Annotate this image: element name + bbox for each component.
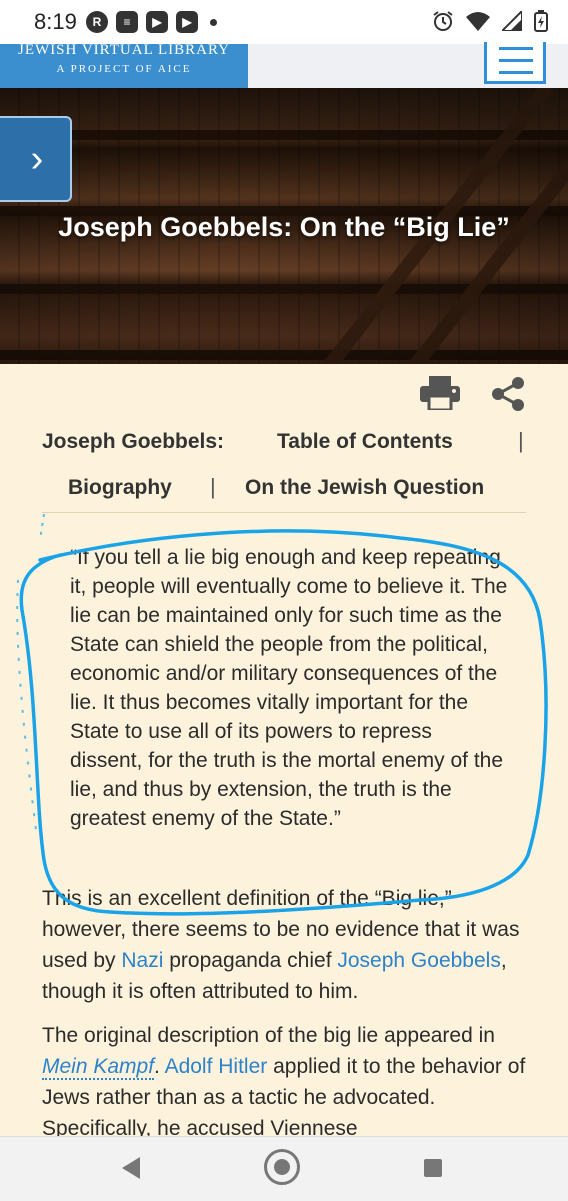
paragraph-text: propaganda chief [163, 949, 338, 972]
site-header: JEWISH VIRTUAL LIBRARY A PROJECT OF AICE [0, 42, 568, 88]
hamburger-menu-icon[interactable] [484, 42, 546, 84]
mein-kampf-link[interactable]: Mein Kampf [42, 1055, 155, 1080]
nav-goebbels-label: Joseph Goebbels: [42, 430, 225, 453]
big-lie-quote: “If you tell a lie big enough and keep r… [70, 546, 508, 830]
nav-separator: | [518, 428, 524, 453]
home-circle-icon[interactable] [264, 1149, 300, 1185]
back-triangle-icon[interactable] [122, 1157, 140, 1179]
printer-icon[interactable] [420, 376, 460, 410]
news-icon: ≡ [116, 11, 138, 33]
adolf-hitler-link[interactable]: Adolf Hitler [165, 1055, 268, 1078]
notification-icons: R ≡ ▶ ▶ [86, 11, 217, 33]
wifi-icon [466, 12, 490, 31]
battery-icon [534, 10, 548, 32]
r-app-icon: R [86, 11, 108, 33]
logo-subtitle: A PROJECT OF AICE [56, 63, 192, 75]
nav-table-of-contents[interactable]: Table of Contents [277, 430, 453, 454]
recents-square-icon[interactable] [424, 1159, 442, 1177]
site-logo[interactable]: JEWISH VIRTUAL LIBRARY A PROJECT OF AICE [0, 42, 248, 88]
more-notifications-dot [210, 18, 217, 26]
youtube-icon: ▶ [176, 11, 198, 33]
status-time: 8:19 [34, 9, 77, 34]
paragraph-1: This is an excellent definition of the “… [42, 883, 538, 1007]
youtube-icon: ▶ [146, 11, 168, 33]
chevron-right-icon[interactable]: › [0, 116, 72, 202]
page-title: Joseph Goebbels: On the “Big Lie” [58, 212, 510, 242]
alarm-icon [433, 11, 453, 31]
paragraph-text: The original description of the big lie … [42, 1024, 495, 1047]
signal-icon [502, 11, 522, 31]
system-nav-bar [0, 1136, 568, 1201]
divider [42, 512, 526, 513]
joseph-goebbels-link[interactable]: Joseph Goebbels [337, 949, 500, 972]
paragraph-2: The original description of the big lie … [42, 1020, 538, 1144]
logo-title: JEWISH VIRTUAL LIBRARY [18, 42, 230, 58]
paragraph-text: . [154, 1055, 165, 1078]
status-bar: 8:19 R ≡ ▶ ▶ [0, 0, 568, 44]
nazi-link[interactable]: Nazi [121, 949, 163, 972]
nav-biography[interactable]: Biography [68, 476, 172, 500]
nav-jewish-question[interactable]: On the Jewish Question [245, 476, 484, 500]
nav-separator: | [210, 474, 216, 499]
system-icons [432, 10, 548, 32]
share-icon[interactable] [490, 376, 526, 412]
